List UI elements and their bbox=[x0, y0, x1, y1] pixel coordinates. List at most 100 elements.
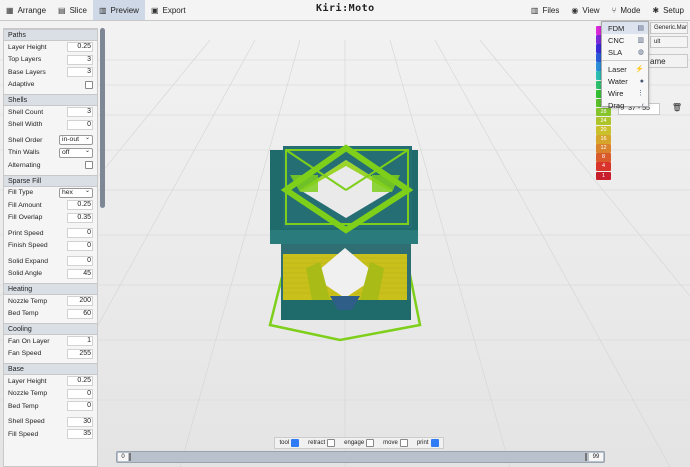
shell-speed-input[interactable]: 30 bbox=[67, 416, 93, 427]
mode-item-laser[interactable]: Laser ⚡ bbox=[602, 63, 648, 75]
alternating-checkbox[interactable] bbox=[85, 161, 93, 170]
layer-swatch[interactable]: 16 bbox=[596, 135, 611, 144]
app-logo: Kiri:Moto bbox=[316, 3, 375, 14]
render-toggles: tool retract engage move print bbox=[274, 437, 444, 449]
fill-amount-input[interactable]: 0.25 bbox=[67, 200, 93, 211]
gear-icon: ✱ bbox=[652, 6, 660, 15]
setting-alternating: Alternating bbox=[4, 159, 97, 172]
slider-handle-left[interactable] bbox=[129, 453, 131, 461]
slider-handle-right[interactable] bbox=[585, 453, 587, 461]
layer-swatch[interactable]: 1 bbox=[596, 171, 611, 180]
fill-speed-input[interactable]: 35 bbox=[67, 429, 93, 440]
setup-button[interactable]: ✱ Setup bbox=[646, 0, 690, 21]
setting-base-nozzle-temp: Nozzle Temp 0 bbox=[4, 388, 97, 401]
export-tab[interactable]: ▣ Export bbox=[145, 0, 192, 20]
section-shells[interactable]: Shells bbox=[4, 94, 97, 106]
layer-swatch[interactable]: 12 bbox=[596, 144, 611, 153]
toggle-print[interactable]: print bbox=[417, 439, 439, 447]
mode-item-label: Laser bbox=[608, 64, 627, 74]
setting-label: Nozzle Temp bbox=[8, 390, 48, 398]
preview-tab[interactable]: ▥ Preview bbox=[92, 0, 145, 20]
layer-height-input[interactable]: 0.25 bbox=[67, 42, 93, 53]
toggle-engage[interactable]: engage bbox=[344, 439, 375, 447]
setting-label: Nozzle Temp bbox=[8, 297, 48, 305]
profile-name[interactable]: ult bbox=[650, 36, 688, 48]
top-toolbar: ▦ Arrange ▤ Slice ▥ Preview ▣ Export Kiri:Mo… bbox=[0, 0, 690, 21]
toggle-move[interactable]: move bbox=[383, 439, 408, 447]
solid-expand-input[interactable]: 0 bbox=[67, 256, 93, 267]
base-layer-height-input[interactable]: 0.25 bbox=[67, 376, 93, 387]
tool-checkbox[interactable] bbox=[291, 439, 300, 447]
layer-swatch[interactable]: 24 bbox=[596, 116, 611, 126]
setting-bed-temp: Bed Temp 60 bbox=[4, 308, 97, 321]
mode-label: Mode bbox=[620, 6, 641, 15]
mode-item-fdm[interactable]: FDM ▤ bbox=[602, 22, 648, 34]
shell-width-input[interactable]: 0 bbox=[67, 119, 93, 130]
mode-item-drag[interactable]: Drag ‹ bbox=[602, 99, 648, 111]
retract-checkbox[interactable] bbox=[327, 439, 336, 447]
mode-item-label: SLA bbox=[608, 47, 623, 57]
section-heating[interactable]: Heating bbox=[4, 283, 97, 295]
engage-checkbox[interactable] bbox=[366, 439, 375, 447]
slider-max: 99 bbox=[589, 453, 603, 461]
finish-speed-input[interactable]: 0 bbox=[67, 240, 93, 251]
layer-swatch[interactable]: 4 bbox=[596, 162, 611, 171]
layer-swatch[interactable]: 8 bbox=[596, 153, 611, 162]
top-layers-input[interactable]: 3 bbox=[67, 54, 93, 65]
setting-finish-speed: Finish Speed 0 bbox=[4, 240, 97, 253]
mode-button[interactable]: ⑂ Mode bbox=[606, 0, 647, 21]
move-checkbox[interactable] bbox=[399, 439, 408, 447]
print-speed-input[interactable]: 0 bbox=[67, 228, 93, 239]
setting-label: Layer Height bbox=[8, 377, 47, 385]
section-cooling[interactable]: Cooling bbox=[4, 323, 97, 335]
base-layers-input[interactable]: 3 bbox=[67, 67, 93, 78]
fill-type-select[interactable]: hex bbox=[59, 187, 93, 198]
setting-fan-on-layer: Fan On Layer 1 bbox=[4, 335, 97, 348]
mode-item-label: Drag bbox=[608, 100, 625, 110]
slice-label: Slice bbox=[69, 5, 87, 15]
mode-item-wire[interactable]: Wire ⋮ bbox=[602, 87, 648, 99]
mode-item-sla[interactable]: SLA ◍ bbox=[602, 46, 648, 58]
solid-angle-input[interactable]: 45 bbox=[67, 268, 93, 279]
layer-slider[interactable]: 0 99 bbox=[116, 451, 605, 463]
fill-overlap-input[interactable]: 0.35 bbox=[67, 212, 93, 223]
thin-walls-select[interactable]: off bbox=[59, 147, 93, 158]
view-button[interactable]: ◉ View bbox=[565, 0, 605, 21]
panel-scrollbar[interactable] bbox=[100, 28, 105, 208]
setting-label: Fan On Layer bbox=[8, 337, 50, 345]
files-button[interactable]: ▥ Files bbox=[525, 0, 565, 21]
toggle-label: engage bbox=[344, 440, 365, 446]
section-paths[interactable]: Paths bbox=[4, 29, 97, 41]
setting-label: Shell Order bbox=[8, 136, 43, 144]
bed-temp-input[interactable]: 60 bbox=[67, 308, 93, 319]
name-button[interactable]: ame bbox=[646, 54, 688, 68]
base-nozzle-temp-input[interactable]: 0 bbox=[67, 388, 93, 399]
shell-order-select[interactable]: in-out bbox=[59, 134, 93, 146]
arrange-tab[interactable]: ▦ Arrange bbox=[0, 0, 52, 20]
layer-swatch[interactable]: 20 bbox=[596, 126, 611, 135]
fan-on-layer-input[interactable]: 1 bbox=[67, 336, 93, 347]
device-name[interactable]: Generic.Marlin bbox=[650, 22, 688, 34]
print-checkbox[interactable] bbox=[430, 439, 439, 447]
section-base[interactable]: Base bbox=[4, 363, 97, 375]
setting-fan-speed: Fan Speed 255 bbox=[4, 348, 97, 361]
setting-nozzle-temp: Nozzle Temp 200 bbox=[4, 295, 97, 308]
trash-icon[interactable]: 🗑 bbox=[670, 103, 684, 115]
mode-item-water[interactable]: Water ● bbox=[602, 75, 648, 87]
base-bed-temp-input[interactable]: 0 bbox=[67, 401, 93, 412]
preview-label: Preview bbox=[110, 5, 139, 15]
toggle-retract[interactable]: retract bbox=[308, 439, 336, 447]
section-sparse-fill[interactable]: Sparse Fill bbox=[4, 174, 97, 187]
mode-item-label: FDM bbox=[608, 23, 625, 33]
slice-tab[interactable]: ▤ Slice bbox=[52, 0, 93, 20]
eye-icon: ◉ bbox=[571, 6, 579, 15]
toggle-tool[interactable]: tool bbox=[279, 439, 300, 447]
shell-count-input[interactable]: 3 bbox=[67, 107, 93, 118]
mode-menu: FDM ▤ CNC ▥ SLA ◍ Laser ⚡ Water ● Wire ⋮ Drag ‹ bbox=[601, 21, 649, 110]
nozzle-temp-input[interactable]: 200 bbox=[67, 296, 93, 307]
toggle-label: move bbox=[383, 440, 398, 446]
setting-shell-count: Shell Count 3 bbox=[4, 106, 97, 119]
mode-item-cnc[interactable]: CNC ▥ bbox=[602, 34, 648, 46]
adaptive-checkbox[interactable] bbox=[85, 80, 93, 89]
fan-speed-input[interactable]: 255 bbox=[67, 348, 93, 359]
